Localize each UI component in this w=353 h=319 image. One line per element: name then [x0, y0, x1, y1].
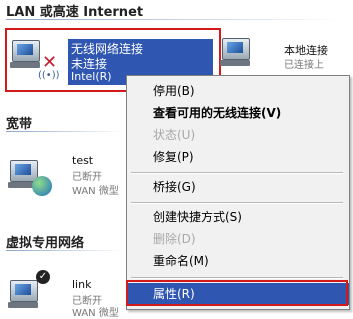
menu-item-disable[interactable]: 停用(B): [127, 80, 349, 102]
context-menu: 停用(B) 查看可用的无线连接(V) 状态(U) 修复(P) 桥接(G) 创建快…: [126, 75, 350, 310]
section-title-vpn: 虚拟专用网络: [6, 236, 85, 251]
menu-separator: [131, 277, 343, 279]
section-divider: [6, 250, 124, 251]
network-computer-icon: [222, 38, 250, 60]
menu-separator: [131, 172, 343, 174]
menu-item-rename[interactable]: 重命名(M): [127, 250, 349, 272]
connection-status: 已断开: [72, 172, 102, 183]
connection-name: test: [72, 154, 94, 167]
section-divider: [6, 19, 346, 20]
menu-item-view-wireless[interactable]: 查看可用的无线连接(V): [127, 102, 349, 124]
menu-item-create-shortcut[interactable]: 创建快捷方式(S): [127, 206, 349, 228]
globe-icon: [32, 176, 52, 196]
menu-item-repair[interactable]: 修复(P): [127, 146, 349, 168]
section-title-lan: LAN 或高速 Internet: [6, 5, 144, 20]
network-computer-base: [220, 60, 250, 66]
connection-status: 已连接上: [284, 60, 324, 71]
connection-device: WAN 微型: [72, 186, 119, 197]
annotation-red-box: [126, 280, 348, 306]
menu-item-bridge[interactable]: 桥接(G): [127, 176, 349, 198]
connection-local[interactable]: 本地连接 已连接上: [220, 38, 350, 72]
check-icon: ✓: [36, 270, 50, 284]
section-title-broadband: 宽带: [6, 117, 33, 132]
menu-item-delete: 删除(D): [153, 232, 196, 246]
menu-item-status: 状态(U): [153, 128, 196, 142]
connection-test[interactable]: test 已断开 WAN 微型: [6, 152, 126, 202]
connection-link[interactable]: ✓ link 已断开 WAN 微型: [6, 270, 126, 319]
section-divider: [6, 131, 124, 132]
menu-separator: [131, 202, 343, 204]
connection-name: link: [72, 278, 92, 291]
network-computer-base: [8, 302, 38, 308]
network-computer-icon: [10, 280, 38, 302]
